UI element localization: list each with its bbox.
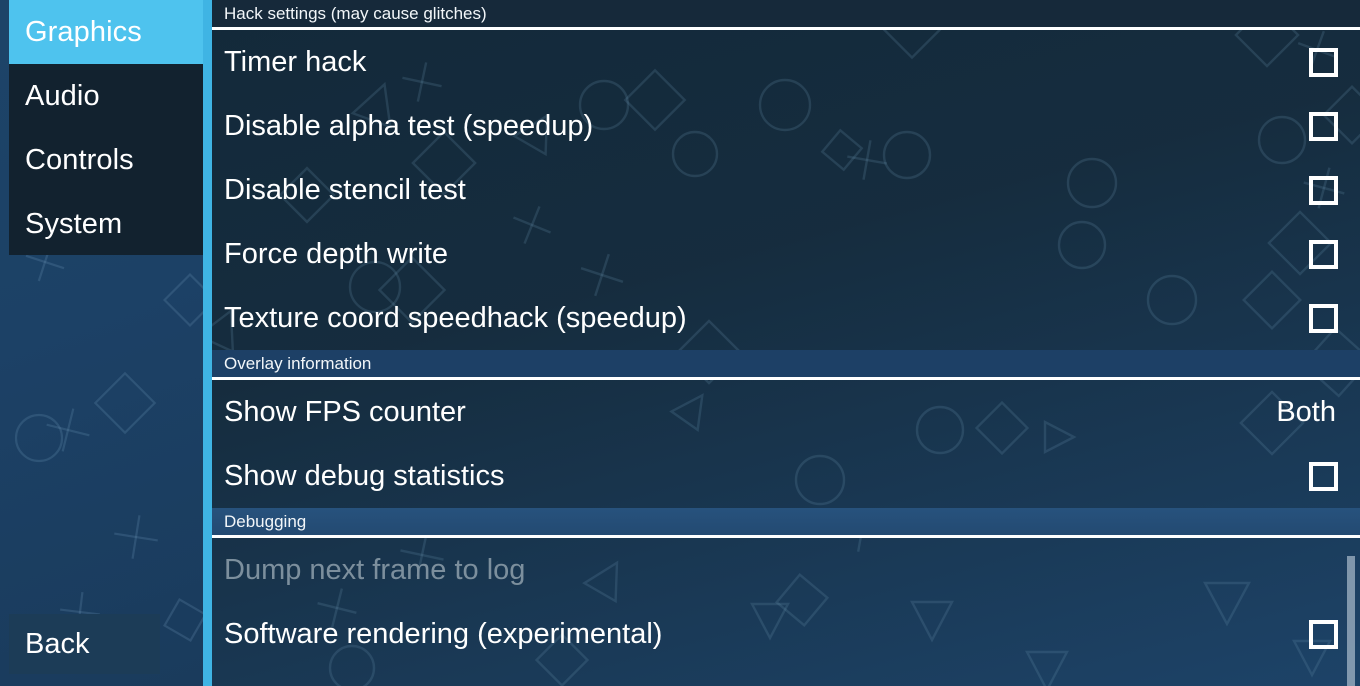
setting-row-dump-next-frame-to-log: Dump next frame to log (212, 538, 1360, 602)
setting-row-software-rendering[interactable]: Software rendering (experimental) (212, 602, 1360, 666)
back-button[interactable]: Back (9, 614, 160, 674)
checkbox-timer-hack[interactable] (1309, 47, 1338, 77)
setting-row-timer-hack[interactable]: Timer hack (212, 30, 1360, 94)
sidebar-item-label: Audio (25, 79, 100, 112)
setting-label: Show debug statistics (224, 459, 505, 492)
setting-row-show-fps-counter[interactable]: Show FPS counter Both (212, 380, 1360, 444)
setting-row-texture-coord-speedhack[interactable]: Texture coord speedhack (speedup) (212, 286, 1360, 350)
section-header-overlay-information: Overlay information (212, 350, 1360, 377)
section-header-label: Overlay information (224, 353, 372, 373)
setting-row-show-debug-statistics[interactable]: Show debug statistics (212, 444, 1360, 508)
setting-label: Disable alpha test (speedup) (224, 109, 594, 142)
setting-label: Dump next frame to log (224, 553, 526, 586)
setting-label: Texture coord speedhack (speedup) (224, 301, 687, 334)
back-button-label: Back (25, 627, 90, 660)
section-header-label: Hack settings (may cause glitches) (224, 3, 487, 23)
section-header-hack-settings: Hack settings (may cause glitches) (212, 0, 1360, 27)
scrollbar-thumb[interactable] (1347, 556, 1355, 686)
sidebar: Graphics Audio Controls System Back (0, 0, 207, 686)
setting-label: Software rendering (experimental) (224, 617, 663, 650)
checkbox-show-debug-statistics[interactable] (1309, 461, 1338, 491)
sidebar-accent-bar (203, 0, 212, 686)
setting-value-show-fps-counter[interactable]: Both (1276, 396, 1336, 429)
checkbox-texture-coord-speedhack[interactable] (1309, 303, 1338, 333)
section-header-label: Debugging (224, 511, 307, 531)
checkbox-disable-alpha-test[interactable] (1309, 111, 1338, 141)
setting-row-disable-alpha-test[interactable]: Disable alpha test (speedup) (212, 94, 1360, 158)
sidebar-item-label: System (25, 207, 123, 240)
setting-label: Force depth write (224, 237, 449, 270)
sidebar-nav-list: Graphics Audio Controls System (9, 0, 207, 255)
ppsspp-settings-screen: Graphics Audio Controls System Back Hack… (0, 0, 1360, 686)
sidebar-item-graphics[interactable]: Graphics (9, 0, 207, 64)
setting-row-disable-stencil-test[interactable]: Disable stencil test (212, 158, 1360, 222)
sidebar-item-system[interactable]: System (9, 192, 207, 256)
settings-list: Hack settings (may cause glitches) Timer… (212, 0, 1360, 686)
sidebar-item-controls[interactable]: Controls (9, 128, 207, 192)
setting-label: Timer hack (224, 45, 367, 78)
checkbox-force-depth-write[interactable] (1309, 239, 1338, 269)
setting-label: Disable stencil test (224, 173, 466, 206)
sidebar-item-label: Controls (25, 143, 134, 176)
settings-content-panel: Hack settings (may cause glitches) Timer… (212, 0, 1360, 686)
sidebar-item-audio[interactable]: Audio (9, 64, 207, 128)
checkbox-disable-stencil-test[interactable] (1309, 175, 1338, 205)
sidebar-item-label: Graphics (25, 15, 142, 48)
setting-row-force-depth-write[interactable]: Force depth write (212, 222, 1360, 286)
checkbox-software-rendering[interactable] (1309, 619, 1338, 649)
setting-label: Show FPS counter (224, 395, 466, 428)
section-header-debugging: Debugging (212, 508, 1360, 535)
